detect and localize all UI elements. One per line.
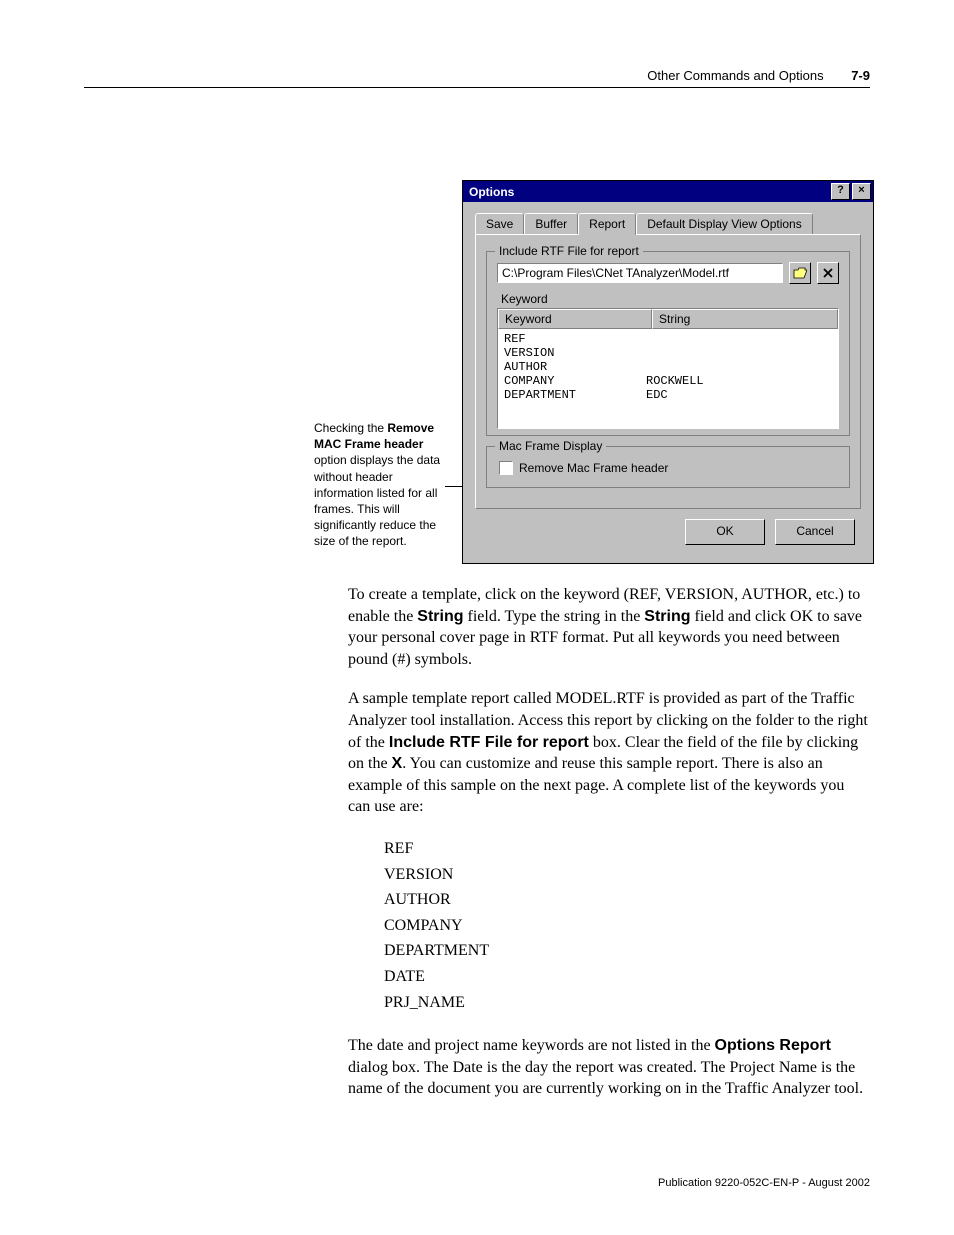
callout-note: Checking the Remove MAC Frame header opt… — [314, 420, 444, 550]
tab-report[interactable]: Report — [578, 213, 636, 235]
mac-frame-group: Mac Frame Display Remove Mac Frame heade… — [486, 446, 850, 488]
tab-strip: Save Buffer Report Default Display View … — [475, 212, 861, 234]
table-row: DEPARTMENTEDC — [504, 388, 834, 402]
mac-frame-label: Mac Frame Display — [495, 439, 606, 453]
column-keyword[interactable]: Keyword — [498, 309, 652, 329]
include-rtf-label: Include RTF File for report — [495, 244, 643, 258]
cancel-button[interactable]: Cancel — [775, 519, 855, 545]
header-section: Other Commands and Options — [647, 68, 823, 83]
paragraph-1: To create a template, click on the keywo… — [348, 584, 870, 670]
keyword-rows[interactable]: REF VERSION AUTHOR COMPANYROCKWELL DEPAR… — [498, 329, 838, 428]
ok-button[interactable]: OK — [685, 519, 765, 545]
keyword-section-label: Keyword — [501, 292, 839, 306]
options-dialog: Options ? × Save Buffer Report Default D… — [462, 180, 874, 564]
column-string[interactable]: String — [652, 309, 838, 329]
remove-mac-header-label: Remove Mac Frame header — [519, 461, 668, 475]
paragraph-2: A sample template report called MODEL.RT… — [348, 688, 870, 818]
clear-path-icon[interactable] — [817, 262, 839, 284]
paragraph-3: The date and project name keywords are n… — [348, 1035, 870, 1100]
page-header: Other Commands and Options 7-9 — [84, 68, 870, 88]
dialog-titlebar[interactable]: Options ? × — [463, 181, 873, 202]
rtf-path-input[interactable]: C:\Program Files\CNet TAnalyzer\Model.rt… — [497, 263, 783, 283]
list-item: DEPARTMENT — [384, 938, 870, 964]
callout-text: Checking the — [314, 421, 387, 435]
tab-default-display[interactable]: Default Display View Options — [636, 213, 813, 235]
publication-footer: Publication 9220-052C-EN-P - August 2002 — [658, 1177, 870, 1189]
body-content: To create a template, click on the keywo… — [348, 584, 870, 1118]
table-row: REF — [504, 332, 834, 346]
keyword-table: Keyword String REF VERSION AUTHOR COMPAN… — [497, 308, 839, 429]
list-item: DATE — [384, 964, 870, 990]
include-rtf-group: Include RTF File for report C:\Program F… — [486, 251, 850, 436]
tab-content: Include RTF File for report C:\Program F… — [475, 234, 861, 509]
tab-buffer[interactable]: Buffer — [524, 213, 578, 235]
table-row: AUTHOR — [504, 360, 834, 374]
help-icon[interactable]: ? — [831, 183, 850, 200]
list-item: COMPANY — [384, 913, 870, 939]
callout-rest: option displays the data without header … — [314, 453, 440, 548]
table-row: VERSION — [504, 346, 834, 360]
list-item: REF — [384, 836, 870, 862]
list-item: AUTHOR — [384, 887, 870, 913]
header-page-number: 7-9 — [851, 68, 870, 83]
folder-open-icon[interactable] — [789, 262, 811, 284]
dialog-title: Options — [469, 185, 829, 199]
list-item: PRJ_NAME — [384, 990, 870, 1016]
keyword-list: REF VERSION AUTHOR COMPANY DEPARTMENT DA… — [384, 836, 870, 1015]
list-item: VERSION — [384, 862, 870, 888]
close-icon[interactable]: × — [852, 183, 871, 200]
remove-mac-header-checkbox[interactable] — [499, 461, 513, 475]
tab-save[interactable]: Save — [475, 213, 524, 235]
table-row: COMPANYROCKWELL — [504, 374, 834, 388]
